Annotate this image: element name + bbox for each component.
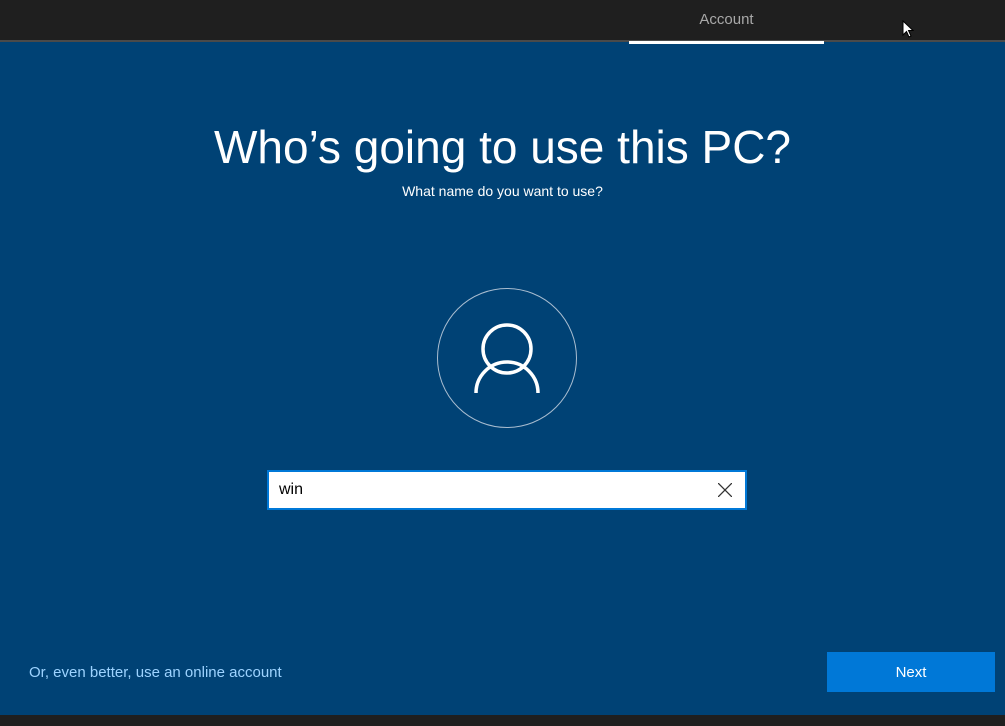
name-field[interactable] — [267, 470, 747, 510]
close-icon — [718, 483, 732, 497]
user-avatar — [437, 288, 577, 428]
person-icon — [437, 288, 577, 428]
name-input[interactable] — [279, 481, 705, 499]
tab-account: Account — [629, 0, 824, 44]
mouse-pointer-icon — [902, 20, 914, 38]
page-subtitle: What name do you want to use? — [0, 183, 1005, 199]
clear-button[interactable] — [705, 472, 745, 508]
online-account-link[interactable]: Or, even better, use an online account — [29, 664, 282, 681]
top-bar: Account — [0, 0, 1005, 42]
page-title: Who’s going to use this PC? — [0, 120, 1005, 174]
bottom-bar — [0, 715, 1005, 726]
next-button[interactable]: Next — [827, 652, 995, 692]
